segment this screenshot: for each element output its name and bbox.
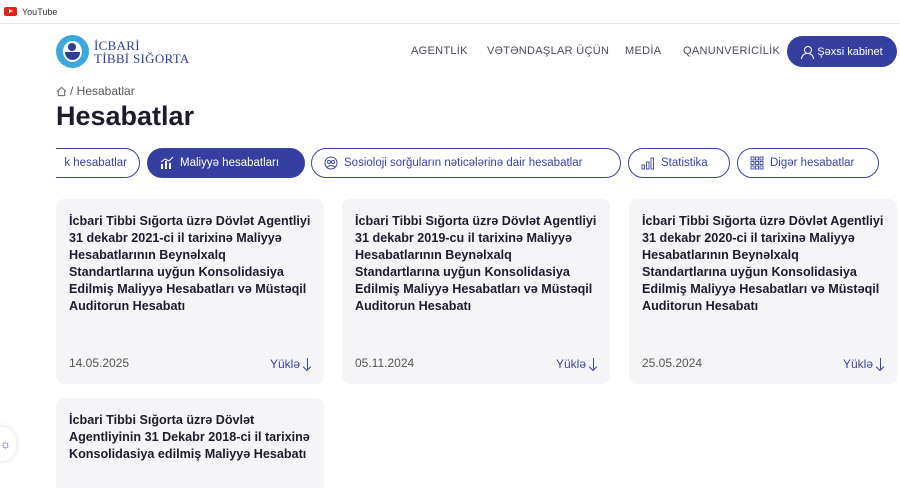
tab-label: Statistika (661, 157, 708, 169)
download-link[interactable]: Yüklə (843, 357, 885, 371)
accessibility-icon: ☼ (0, 437, 11, 451)
logo-text: İCBARİ TİBBİ SIĞORTA (94, 37, 190, 66)
breadcrumb: / Hesabatlar (56, 84, 135, 98)
bookmark-youtube[interactable]: YouTube (4, 7, 57, 17)
report-card: İcbari Tibbi Sığorta üzrə Dövlət Agentli… (56, 398, 324, 488)
tab-label: Sosioloji sorğuların nəticələrinə dair h… (344, 157, 583, 169)
nav-item-media[interactable]: MEDİA (625, 45, 661, 57)
report-title: İcbari Tibbi Sığorta üzrə Dövlət Agentli… (69, 214, 311, 313)
breadcrumb-current: / Hesabatlar (70, 84, 135, 98)
site-logo[interactable]: İCBARİ TİBBİ SIĞORTA (56, 35, 190, 68)
download-label: Yüklə (842, 357, 873, 371)
tab-label: Maliyyə hesabatları (180, 157, 280, 169)
report-title: İcbari Tibbi Sığorta üzrə Dövlət Agentli… (69, 413, 310, 461)
bookmark-label: YouTube (22, 6, 58, 17)
tab-financial-reports[interactable]: Maliyyə hesabatları (147, 148, 305, 178)
report-card: İcbari Tibbi Sığorta üzrə Dövlət Agentli… (342, 199, 610, 384)
report-date: 25.05.2024 (642, 356, 703, 370)
tab-other-reports[interactable]: Digər hesabatlar (737, 148, 879, 178)
tab-statistics[interactable]: Statistika (628, 148, 730, 178)
accessibility-widget[interactable]: ☼ (0, 427, 16, 461)
bookmarks-bar: YouTube (0, 0, 900, 24)
download-label: Yüklə (555, 357, 586, 371)
download-arrow-icon (876, 358, 885, 370)
nav-item-agentlik[interactable]: AGENTLİK (411, 45, 468, 57)
finance-chart-icon (160, 156, 174, 169)
report-title: İcbari Tibbi Sığorta üzrə Dövlət Agentli… (355, 214, 597, 313)
nav-item-citizens[interactable]: VƏTƏNDAŞLAR ÜÇÜN (487, 45, 609, 57)
tab-label: k hesabatlar (64, 157, 127, 169)
download-arrow-icon (303, 358, 312, 370)
report-date: 05.11.2024 (355, 356, 415, 370)
nav-item-legislation[interactable]: QANUNVERİCİLİK (683, 45, 780, 57)
tab-label: Digər hesabatlar (770, 157, 855, 169)
grid-icon (750, 156, 764, 170)
bar-chart-icon (641, 157, 654, 170)
report-card: İcbari Tibbi Sığorta üzrə Dövlət Agentli… (56, 199, 324, 384)
home-icon[interactable] (56, 86, 67, 97)
personal-cabinet-label: Şəxsi kabinet (817, 45, 883, 58)
report-date: 14.05.2025 (69, 356, 130, 370)
youtube-icon (4, 7, 17, 16)
user-icon (801, 45, 815, 59)
download-link[interactable]: Yüklə (556, 357, 598, 371)
download-link[interactable]: Yüklə (270, 357, 312, 371)
report-title: İcbari Tibbi Sığorta üzrə Dövlət Agentli… (642, 214, 884, 313)
tab-sociological-surveys[interactable]: Sosioloji sorğuların nəticələrinə dair h… (311, 148, 621, 178)
personal-cabinet-button[interactable]: Şəxsi kabinet (787, 36, 897, 67)
logo-emblem-icon (56, 35, 89, 68)
survey-icon (324, 156, 338, 170)
download-label: Yüklə (269, 357, 300, 371)
download-arrow-icon (589, 358, 598, 370)
report-card: İcbari Tibbi Sığorta üzrə Dövlət Agentli… (629, 199, 897, 384)
page-title: Hesabatlar (56, 101, 195, 131)
